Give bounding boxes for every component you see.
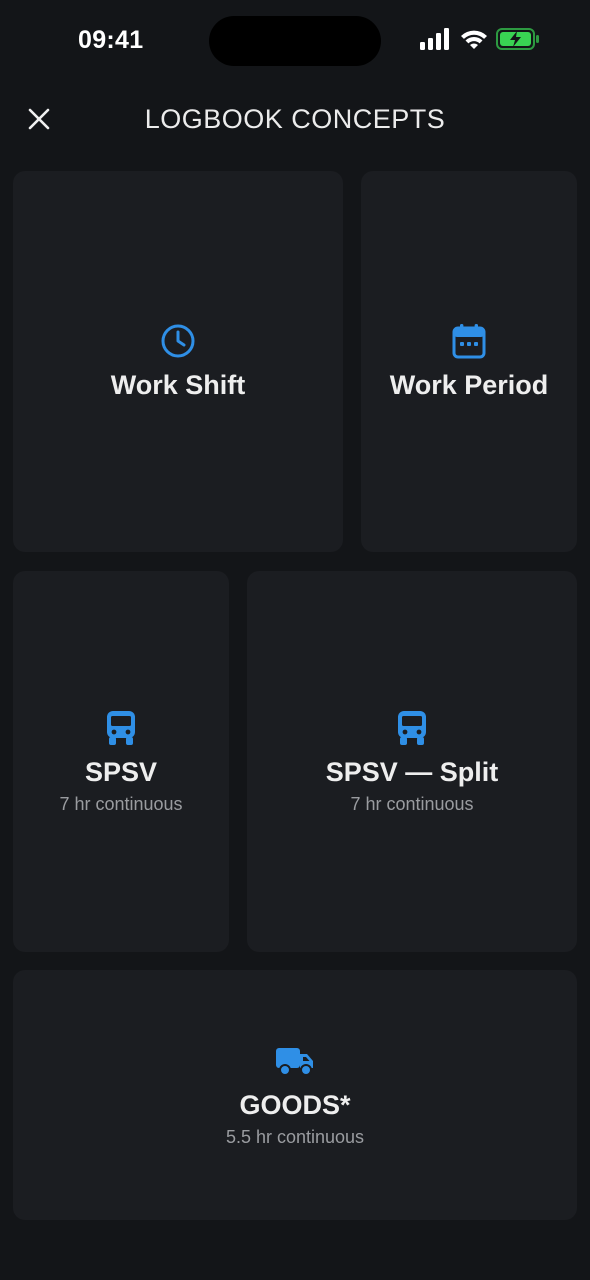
card-title: SPSV — [84, 756, 158, 787]
card-subtitle: 5.5 hr continuous — [225, 1127, 365, 1147]
status-icons — [420, 28, 540, 55]
clock-icon — [160, 322, 196, 360]
spsv-card[interactable]: SPSV 7 hr continuous — [13, 571, 229, 952]
signal-icon — [420, 28, 452, 55]
page-title: LOGBOOK CONCEPTS — [144, 104, 446, 134]
header: LOGBOOK CONCEPTS — [0, 90, 590, 150]
card-title: GOODS* — [239, 1090, 351, 1120]
card-title: Work Period — [389, 370, 549, 400]
spsv-split-card[interactable]: SPSV — Split 7 hr continuous — [247, 571, 577, 952]
work-period-card[interactable]: Work Period — [361, 171, 577, 552]
bus-icon — [105, 709, 137, 747]
dynamic-island — [209, 16, 381, 66]
wifi-icon — [460, 28, 488, 55]
card-title: Work Shift — [110, 370, 246, 400]
card-title: SPSV — Split — [325, 756, 499, 787]
card-subtitle: 7 hr continuous — [59, 793, 183, 814]
bus-icon — [396, 709, 428, 747]
work-shift-card[interactable]: Work Shift — [13, 171, 343, 552]
battery-icon — [496, 28, 540, 55]
calendar-icon — [452, 322, 486, 360]
truck-icon — [275, 1042, 315, 1080]
status-time: 09:41 — [78, 26, 144, 54]
card-subtitle: 7 hr continuous — [350, 793, 474, 814]
status-bar: 09:41 — [0, 0, 590, 84]
goods-card[interactable]: GOODS* 5.5 hr continuous — [13, 970, 577, 1220]
